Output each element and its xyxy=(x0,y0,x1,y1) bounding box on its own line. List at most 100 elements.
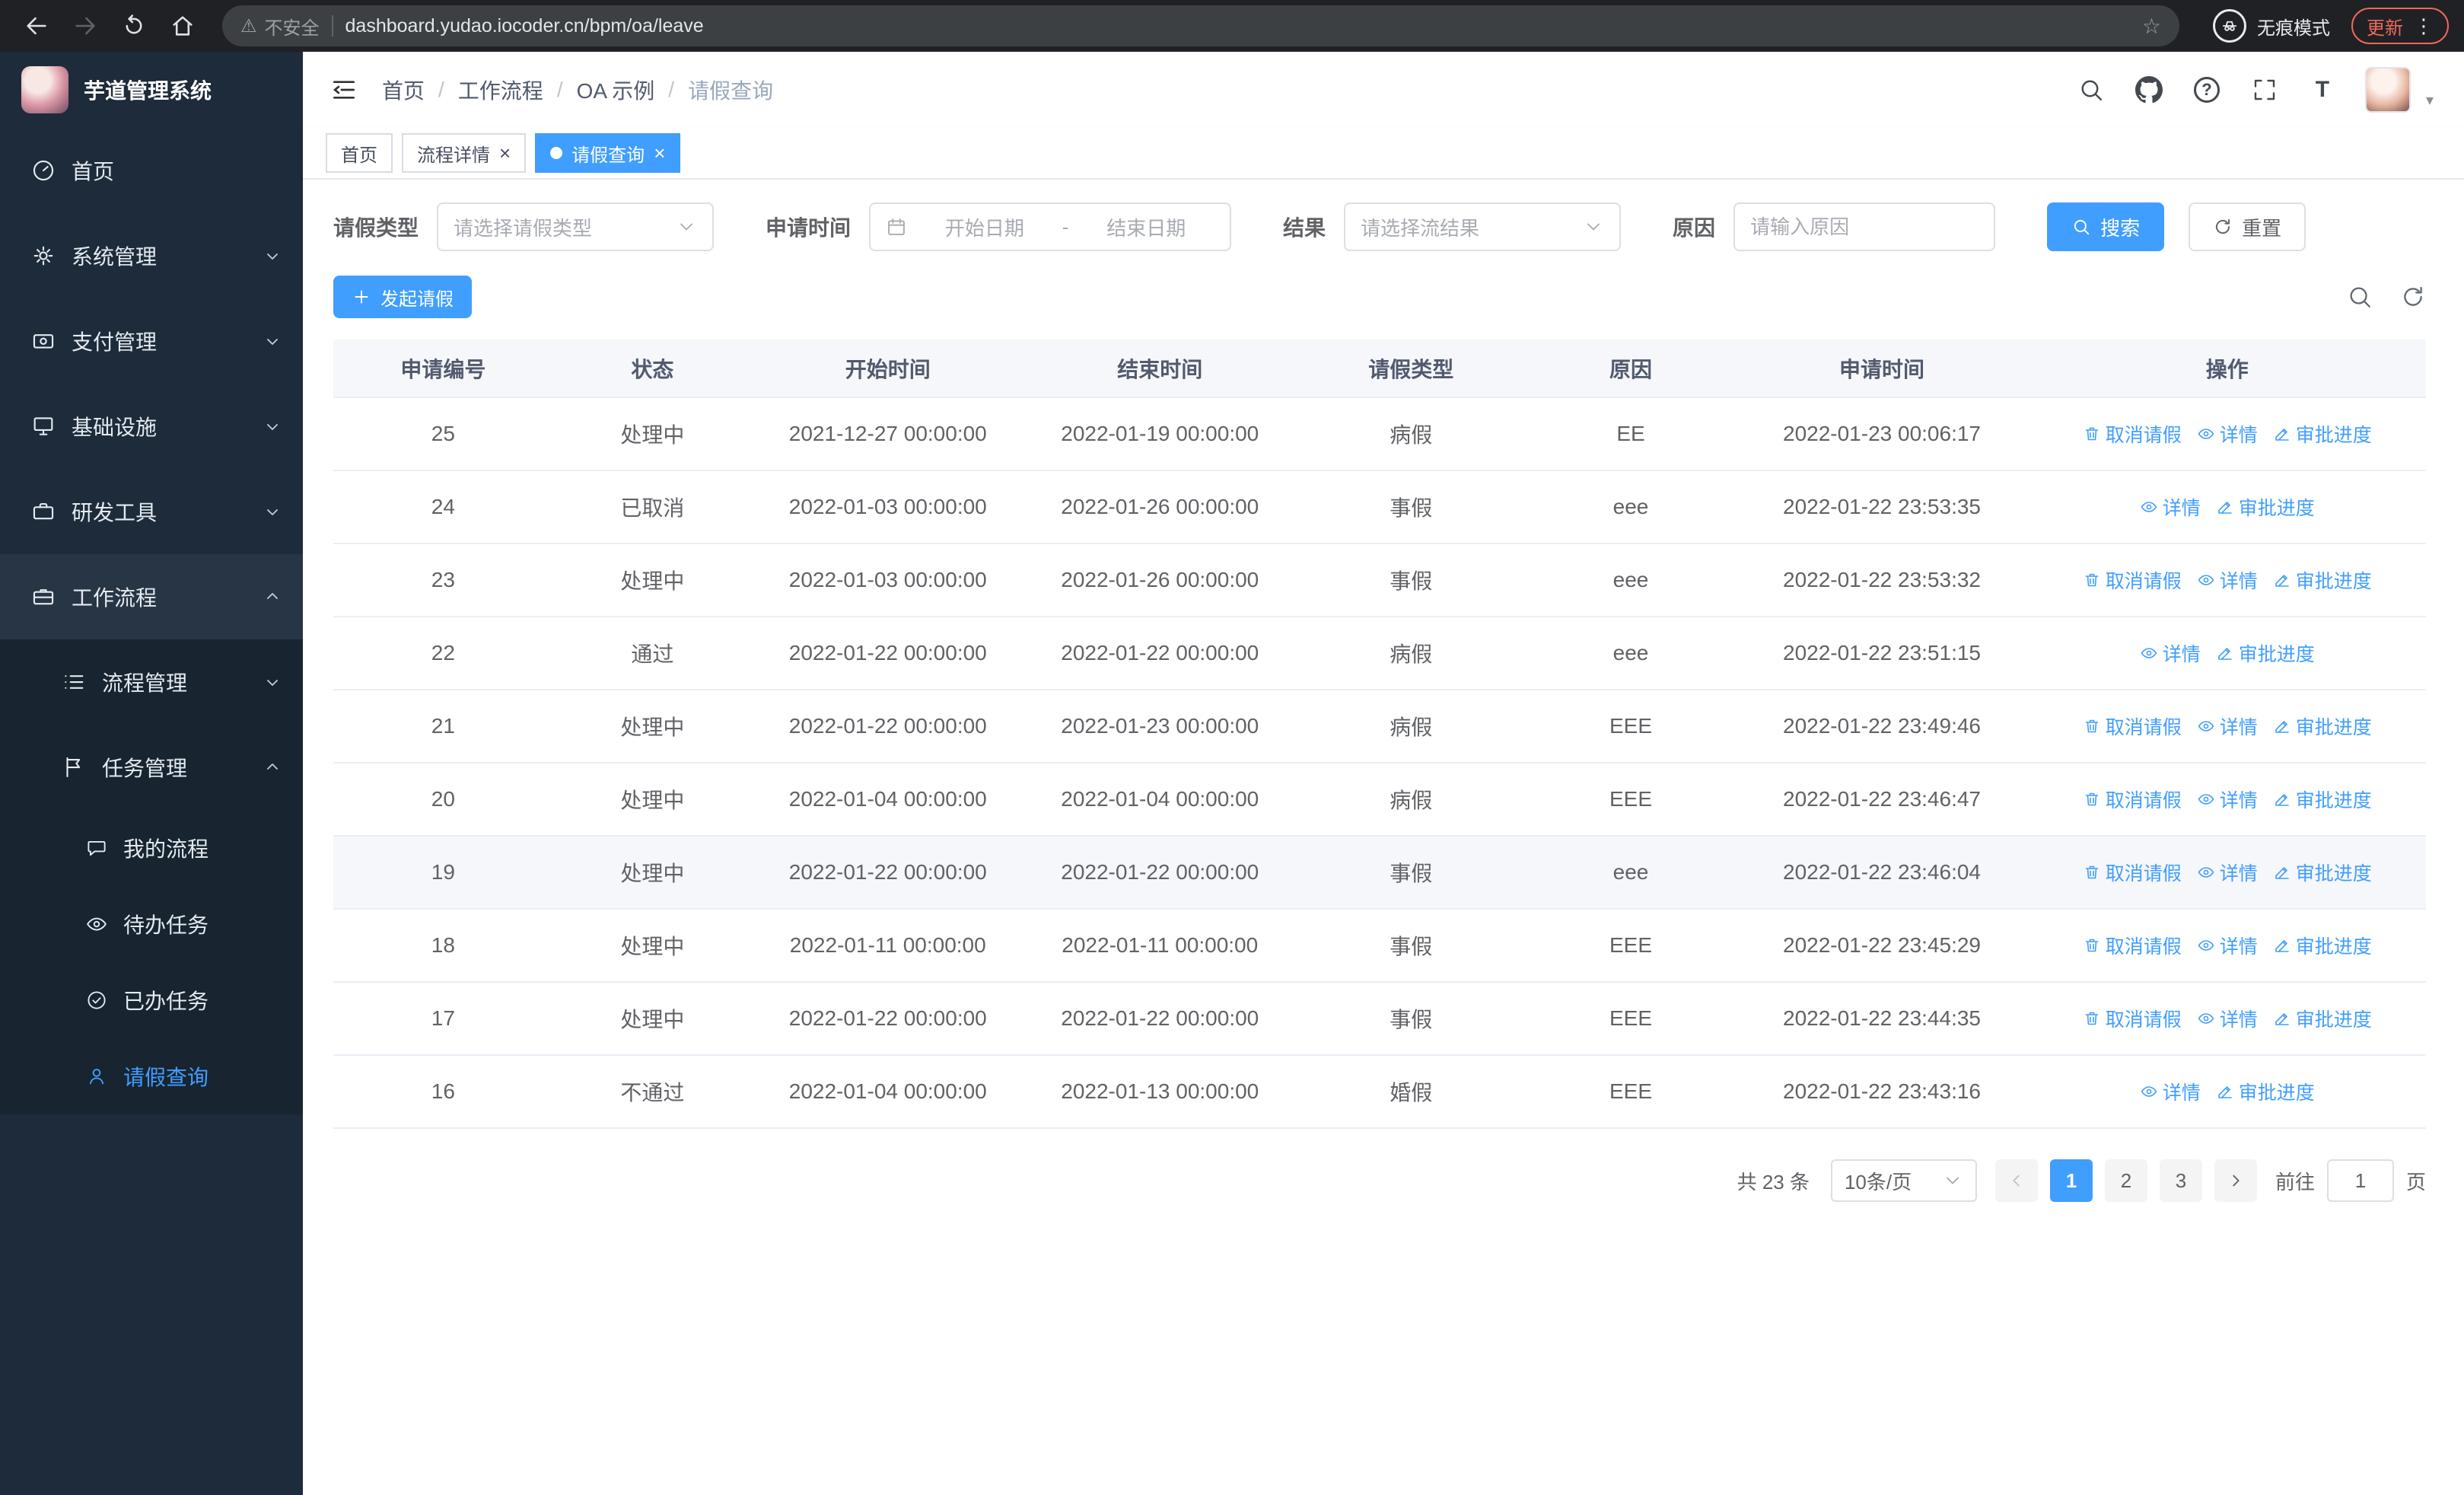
goto-page-input[interactable] xyxy=(2326,1159,2394,1202)
breadcrumb-oa-example[interactable]: OA 示例 xyxy=(577,75,655,105)
sidebar-item-todo-tasks[interactable]: 待办任务 xyxy=(0,886,303,962)
page-size-select[interactable]: 10条/页 xyxy=(1830,1159,1977,1202)
close-icon[interactable]: × xyxy=(654,143,665,163)
apply-time-range-picker[interactable]: 开始日期 - 结束日期 xyxy=(869,202,1232,251)
cancel-leave-link[interactable]: 取消请假 xyxy=(2083,859,2182,886)
leave-type-select[interactable]: 请选择请假类型 xyxy=(437,202,715,251)
help-icon[interactable]: ? xyxy=(2192,75,2222,105)
page-button-1[interactable]: 1 xyxy=(2049,1159,2093,1202)
detail-leave-link[interactable]: 详情 xyxy=(2140,493,2201,521)
progress-leave-link[interactable]: 审批进度 xyxy=(2216,493,2315,521)
home-icon[interactable] xyxy=(161,5,204,47)
cell-leave-type: 事假 xyxy=(1296,836,1526,910)
address-bar[interactable]: ⚠ 不安全 dashboard.yudao.iocoder.cn/bpm/oa/… xyxy=(222,5,2179,46)
tab-home[interactable]: 首页 xyxy=(326,133,393,173)
browser-update-button[interactable]: 更新 ⋮ xyxy=(2351,8,2449,44)
refresh-table-icon[interactable] xyxy=(2400,284,2426,310)
detail-leave-link[interactable]: 详情 xyxy=(2197,1005,2258,1032)
column-header-reason: 原因 xyxy=(1526,339,1736,398)
operation-label: 详情 xyxy=(2219,862,2258,885)
sidebar-item-process-management[interactable]: 流程管理 xyxy=(0,639,303,725)
sidebar-item-devtools[interactable]: 研发工具 xyxy=(0,469,303,554)
cancel-leave-link[interactable]: 取消请假 xyxy=(2083,712,2182,740)
forward-icon[interactable] xyxy=(64,5,107,47)
sidebar-item-my-process[interactable]: 我的流程 xyxy=(0,810,303,886)
sidebar-item-task-management[interactable]: 任务管理 xyxy=(0,725,303,810)
sidebar-item-workflow[interactable]: 工作流程 xyxy=(0,554,303,639)
sidebar-collapse-icon[interactable] xyxy=(321,67,367,113)
progress-leave-link[interactable]: 审批进度 xyxy=(2273,859,2372,886)
reload-icon[interactable] xyxy=(113,5,155,47)
breadcrumb-workflow[interactable]: 工作流程 xyxy=(458,75,543,105)
detail-leave-link[interactable]: 详情 xyxy=(2197,932,2258,959)
site-security[interactable]: ⚠ 不安全 xyxy=(240,13,320,40)
bookmark-star-icon[interactable]: ☆ xyxy=(2142,14,2161,39)
detail-leave-link[interactable]: 详情 xyxy=(2197,566,2258,594)
cell-apply-no: 20 xyxy=(333,763,553,837)
tab-leave-query[interactable]: 请假查询 × xyxy=(535,133,681,173)
approval-progress-icon xyxy=(2275,720,2289,733)
detail-leave-link[interactable]: 详情 xyxy=(2140,639,2201,667)
cell-reason: EE xyxy=(1526,397,1736,471)
cancel-leave-link[interactable]: 取消请假 xyxy=(2083,932,2182,959)
detail-leave-link[interactable]: 详情 xyxy=(2197,786,2258,813)
next-page-button[interactable] xyxy=(2214,1159,2257,1202)
reason-input[interactable] xyxy=(1750,215,1979,239)
progress-leave-link[interactable]: 审批进度 xyxy=(2273,566,2372,594)
github-icon[interactable] xyxy=(2134,75,2164,105)
incognito-badge: 无痕模式 xyxy=(2213,9,2330,43)
detail-leave-link[interactable]: 详情 xyxy=(2197,712,2258,740)
toggle-search-icon[interactable] xyxy=(2347,284,2373,310)
cell-reason: EEE xyxy=(1526,690,1736,763)
back-icon[interactable] xyxy=(15,5,58,47)
detail-leave-link[interactable]: 详情 xyxy=(2197,859,2258,886)
cancel-leave-link[interactable]: 取消请假 xyxy=(2083,420,2182,448)
reset-button[interactable]: 重置 xyxy=(2189,202,2306,251)
cancel-leave-link[interactable]: 取消请假 xyxy=(2083,1005,2182,1032)
font-size-icon[interactable]: T xyxy=(2307,75,2338,105)
search-icon[interactable] xyxy=(2076,75,2106,105)
close-icon[interactable]: × xyxy=(499,143,511,163)
sidebar-item-system[interactable]: 系统管理 xyxy=(0,213,303,298)
fullscreen-icon[interactable] xyxy=(2249,75,2280,105)
sidebar-item-infrastructure[interactable]: 基础设施 xyxy=(0,384,303,469)
result-select[interactable]: 请选择流结果 xyxy=(1344,202,1622,251)
sidebar-item-leave-query[interactable]: 请假查询 xyxy=(0,1038,303,1114)
incognito-label: 无痕模式 xyxy=(2257,18,2330,39)
avatar-caret-icon[interactable]: ▾ xyxy=(2426,91,2434,113)
operation-label: 审批进度 xyxy=(2295,1009,2372,1031)
browser-menu-icon[interactable]: ⋮ xyxy=(2414,14,2434,38)
detail-leave-link[interactable]: 详情 xyxy=(2197,420,2258,448)
cancel-leave-link[interactable]: 取消请假 xyxy=(2083,786,2182,813)
progress-leave-link[interactable]: 审批进度 xyxy=(2273,420,2372,448)
sidebar-item-payment[interactable]: 支付管理 xyxy=(0,298,303,384)
page-button-3[interactable]: 3 xyxy=(2159,1159,2202,1202)
sidebar-item-home[interactable]: 首页 xyxy=(0,128,303,213)
progress-leave-link[interactable]: 审批进度 xyxy=(2216,639,2315,667)
operation-label: 详情 xyxy=(2219,424,2258,446)
breadcrumb-home[interactable]: 首页 xyxy=(382,75,425,105)
progress-leave-link[interactable]: 审批进度 xyxy=(2273,932,2372,959)
detail-eye-icon xyxy=(2198,1012,2214,1024)
cell-start-time: 2021-12-27 00:00:00 xyxy=(752,397,1024,471)
progress-leave-link[interactable]: 审批进度 xyxy=(2273,786,2372,813)
table-toolbar: 发起请假 xyxy=(333,276,2426,318)
progress-leave-link[interactable]: 审批进度 xyxy=(2273,1005,2372,1032)
cancel-leave-link[interactable]: 取消请假 xyxy=(2083,566,2182,594)
detail-leave-link[interactable]: 详情 xyxy=(2140,1078,2201,1105)
page-button-2[interactable]: 2 xyxy=(2104,1159,2147,1202)
search-button[interactable]: 搜索 xyxy=(2047,202,2165,251)
progress-leave-link[interactable]: 审批进度 xyxy=(2216,1078,2315,1105)
search-icon xyxy=(2074,219,2090,235)
url-text[interactable]: dashboard.yudao.iocoder.cn/bpm/oa/leave xyxy=(345,15,2130,37)
cell-status: 处理中 xyxy=(552,836,752,910)
prev-page-button[interactable] xyxy=(1994,1159,2038,1202)
sidebar-item-label: 已办任务 xyxy=(123,990,209,1013)
cell-operations: 详情 审批进度 xyxy=(2028,1055,2426,1129)
user-avatar[interactable] xyxy=(2364,67,2411,113)
tab-process-detail[interactable]: 流程详情 × xyxy=(402,133,527,173)
sidebar-item-done-tasks[interactable]: 已办任务 xyxy=(0,962,303,1038)
create-leave-button[interactable]: 发起请假 xyxy=(333,276,472,318)
chevron-right-icon xyxy=(2233,1175,2240,1187)
progress-leave-link[interactable]: 审批进度 xyxy=(2273,712,2372,740)
